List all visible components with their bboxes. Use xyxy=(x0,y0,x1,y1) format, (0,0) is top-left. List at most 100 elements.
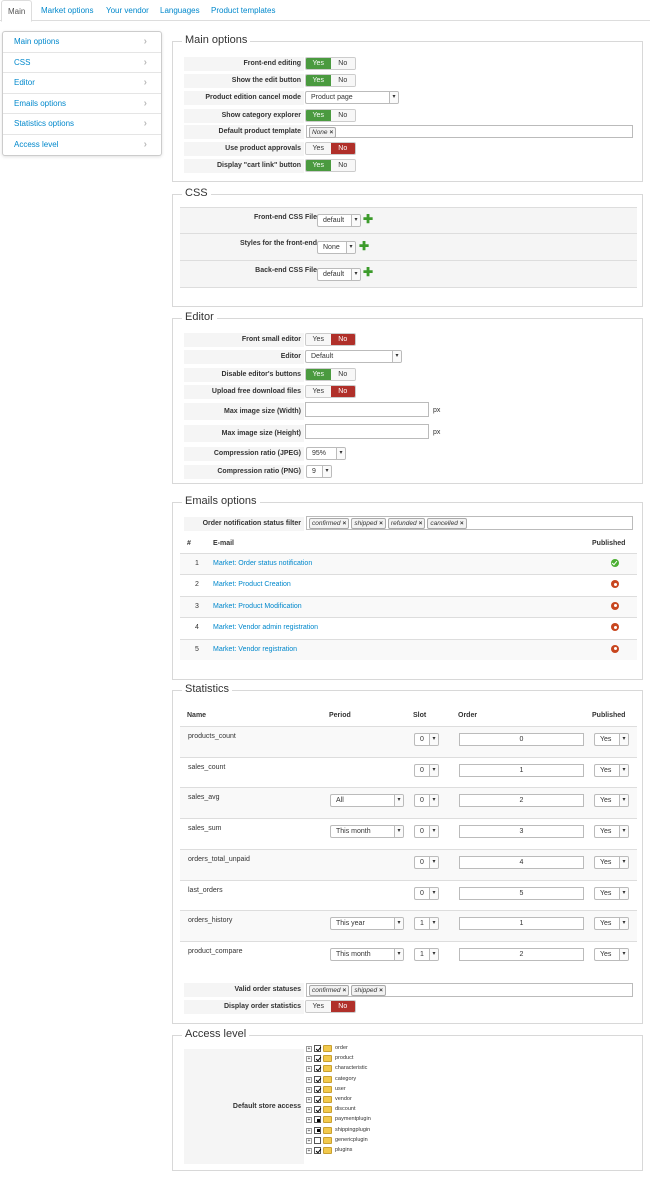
display-stats-toggle[interactable]: Yes No xyxy=(305,1000,356,1013)
email-link[interactable]: Market: Vendor registration xyxy=(213,646,297,653)
order-input[interactable]: 2 xyxy=(459,947,584,961)
tab-main[interactable]: Main xyxy=(1,0,33,22)
frontend-styles-select[interactable]: None ▾ xyxy=(317,241,356,254)
sidebar-item-css[interactable]: CSS › xyxy=(3,53,161,73)
tree-node-label[interactable]: plugins xyxy=(335,1146,352,1155)
close-icon[interactable]: × xyxy=(419,520,423,527)
email-link[interactable]: Market: Order status notification xyxy=(213,560,312,567)
published-select[interactable]: Yes ▾ xyxy=(594,794,629,808)
tab-market-options[interactable]: Market options xyxy=(35,0,99,21)
tree-node-label[interactable]: discount xyxy=(335,1105,356,1114)
order-input[interactable]: 4 xyxy=(459,855,584,869)
expand-icon[interactable]: + xyxy=(306,1127,312,1134)
sidebar-item-main-options[interactable]: Main options › xyxy=(3,32,161,53)
checkbox[interactable] xyxy=(314,1045,321,1052)
max-height-input[interactable] xyxy=(305,424,429,439)
checkbox[interactable] xyxy=(314,1106,321,1114)
jpeg-ratio-select[interactable]: 95% ▾ xyxy=(306,447,346,460)
product-approvals-toggle[interactable]: Yes No xyxy=(305,142,356,155)
cart-link-toggle[interactable]: Yes No xyxy=(305,159,356,172)
tab-product-templates[interactable]: Product templates xyxy=(205,0,281,21)
slot-select[interactable]: 1 ▾ xyxy=(414,947,439,961)
show-edit-button-toggle[interactable]: Yes No xyxy=(305,74,356,87)
period-select[interactable]: This year ▾ xyxy=(330,917,404,931)
unpublished-icon[interactable] xyxy=(611,601,619,610)
checkbox[interactable] xyxy=(314,1075,321,1083)
period-select[interactable]: This month ▾ xyxy=(330,825,404,839)
frontend-css-file-select[interactable]: default ▾ xyxy=(317,214,361,227)
published-check-icon[interactable] xyxy=(611,559,619,567)
editor-select[interactable]: Default ▾ xyxy=(305,350,402,363)
sidebar-item-emails-options[interactable]: Emails options › xyxy=(3,94,161,114)
sidebar-item-access-level[interactable]: Access level › xyxy=(3,135,161,156)
slot-select[interactable]: 0 ▾ xyxy=(414,886,439,900)
default-template-field[interactable]: None × xyxy=(306,125,633,138)
backend-css-file-select[interactable]: default ▾ xyxy=(317,268,361,281)
tab-your-vendor[interactable]: Your vendor xyxy=(100,0,155,21)
order-input[interactable]: 1 xyxy=(459,917,584,931)
close-icon[interactable]: × xyxy=(343,520,347,527)
order-input[interactable]: 2 xyxy=(459,794,584,808)
tree-node-label[interactable]: paymentplugin xyxy=(335,1115,371,1124)
unpublished-icon[interactable] xyxy=(611,644,619,653)
email-link[interactable]: Market: Vendor admin registration xyxy=(213,624,318,631)
cancel-mode-select[interactable]: Product page ▾ xyxy=(305,91,399,104)
published-select[interactable]: Yes ▾ xyxy=(594,763,629,777)
png-ratio-select[interactable]: 9 ▾ xyxy=(306,465,332,478)
order-input[interactable]: 0 xyxy=(459,733,584,746)
tree-node-label[interactable]: characteristic xyxy=(335,1064,367,1073)
slot-select[interactable]: 0 ▾ xyxy=(414,733,439,746)
slot-select[interactable]: 0 ▾ xyxy=(414,763,439,777)
expand-icon[interactable]: + xyxy=(306,1148,312,1154)
checkbox[interactable] xyxy=(314,1126,321,1134)
expand-icon[interactable]: + xyxy=(306,1086,312,1093)
sidebar-item-editor[interactable]: Editor › xyxy=(3,73,161,94)
close-icon[interactable]: × xyxy=(460,520,464,527)
slot-select[interactable]: 0 ▾ xyxy=(414,855,439,869)
expand-icon[interactable]: + xyxy=(306,1107,312,1114)
expand-icon[interactable]: + xyxy=(306,1056,312,1063)
tree-node-label[interactable]: product xyxy=(335,1054,353,1063)
tree-node-label[interactable]: category xyxy=(335,1075,356,1084)
slot-select[interactable]: 1 ▾ xyxy=(414,917,439,931)
close-icon[interactable]: × xyxy=(379,520,383,527)
expand-icon[interactable]: + xyxy=(306,1117,312,1124)
close-icon[interactable]: × xyxy=(379,987,383,994)
order-input[interactable]: 1 xyxy=(459,763,584,777)
checkbox[interactable] xyxy=(314,1065,321,1073)
disable-buttons-toggle[interactable]: Yes No xyxy=(305,368,356,381)
close-icon[interactable]: × xyxy=(330,129,334,136)
add-icon[interactable]: ✚ xyxy=(359,240,369,252)
slot-select[interactable]: 0 ▾ xyxy=(414,825,439,839)
tree-node-label[interactable]: genericplugin xyxy=(335,1136,368,1145)
add-icon[interactable]: ✚ xyxy=(363,213,373,225)
period-select[interactable]: This month ▾ xyxy=(330,947,404,961)
tree-node-label[interactable]: order xyxy=(335,1044,348,1053)
unpublished-icon[interactable] xyxy=(611,580,619,589)
front-small-editor-toggle[interactable]: Yes No xyxy=(305,333,356,346)
expand-icon[interactable]: + xyxy=(306,1097,312,1103)
max-width-input[interactable] xyxy=(305,402,429,417)
upload-free-toggle[interactable]: Yes No xyxy=(305,385,356,398)
email-link[interactable]: Market: Product Modification xyxy=(213,603,302,610)
unpublished-icon[interactable] xyxy=(611,623,619,632)
published-select[interactable]: Yes ▾ xyxy=(594,733,629,746)
checkbox[interactable] xyxy=(314,1147,321,1154)
checkbox[interactable] xyxy=(314,1136,321,1144)
email-link[interactable]: Market: Product Creation xyxy=(213,581,291,588)
order-input[interactable]: 3 xyxy=(459,825,584,839)
expand-icon[interactable]: + xyxy=(306,1076,312,1083)
period-select[interactable]: All ▾ xyxy=(330,794,404,808)
expand-icon[interactable]: + xyxy=(306,1046,312,1052)
published-select[interactable]: Yes ▾ xyxy=(594,917,629,931)
checkbox[interactable] xyxy=(314,1096,321,1103)
valid-statuses-field[interactable]: confirmed × shipped × xyxy=(306,983,633,997)
slot-select[interactable]: 0 ▾ xyxy=(414,794,439,808)
expand-icon[interactable]: + xyxy=(306,1066,312,1073)
expand-icon[interactable]: + xyxy=(306,1137,312,1144)
order-input[interactable]: 5 xyxy=(459,886,584,900)
published-select[interactable]: Yes ▾ xyxy=(594,886,629,900)
checkbox[interactable] xyxy=(314,1116,321,1124)
checkbox[interactable] xyxy=(314,1085,321,1093)
status-filter-field[interactable]: confirmed × shipped × refunded × cancelled × xyxy=(306,516,633,530)
